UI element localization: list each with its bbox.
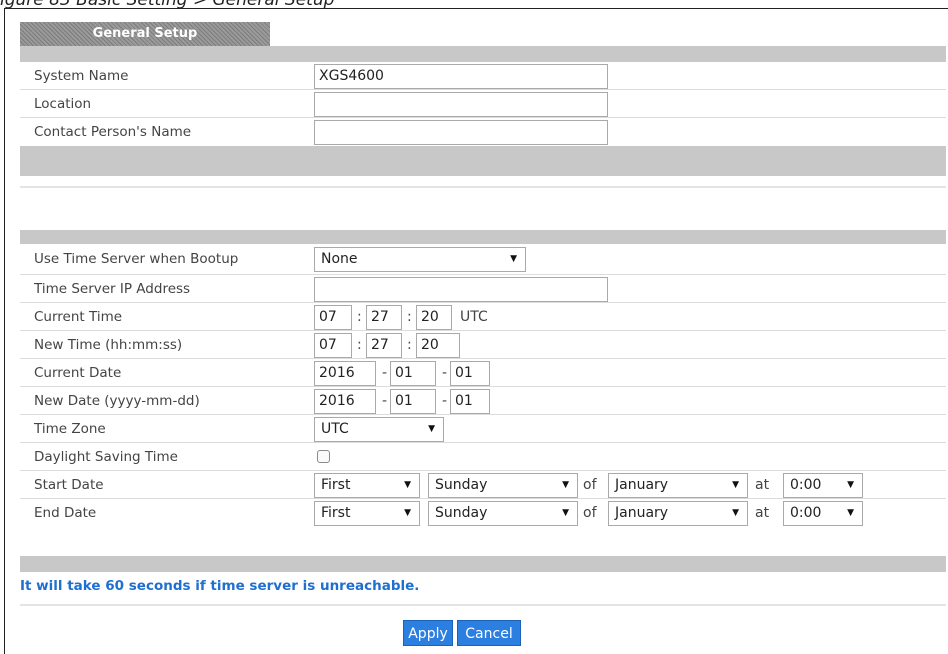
time-separator: : <box>357 337 362 353</box>
new-time-hh-input[interactable]: 07 <box>314 333 352 358</box>
start-week-value: First <box>321 477 351 493</box>
divider <box>20 186 946 188</box>
new-date-row: New Date (yyyy-mm-dd) 2016 - 01 - 01 <box>20 387 946 415</box>
end-day-select[interactable]: Sunday ▼ <box>428 501 578 526</box>
chevron-down-icon: ▼ <box>562 480 569 490</box>
system-name-input[interactable]: XGS4600 <box>314 64 608 89</box>
location-label: Location <box>34 96 92 112</box>
start-week-select[interactable]: First ▼ <box>314 473 420 498</box>
time-zone-row: Time Zone UTC ▼ <box>20 415 946 443</box>
time-zone-label: Time Zone <box>34 421 106 437</box>
start-month-value: January <box>615 477 669 493</box>
date-separator: - <box>382 365 388 381</box>
chevron-down-icon: ▼ <box>847 508 854 518</box>
time-separator: : <box>357 309 362 325</box>
start-month-select[interactable]: January ▼ <box>608 473 748 498</box>
time-server-ip-label: Time Server IP Address <box>34 281 191 297</box>
daylight-saving-checkbox[interactable] <box>317 450 330 463</box>
start-hour-select[interactable]: 0:00 ▼ <box>783 473 863 498</box>
new-time-row: New Time (hh:mm:ss) 07 : 27 : 20 <box>20 331 946 359</box>
end-hour-select[interactable]: 0:00 ▼ <box>783 501 863 526</box>
use-time-server-label: Use Time Server when Bootup <box>34 251 239 267</box>
chevron-down-icon: ▼ <box>562 508 569 518</box>
time-server-select[interactable]: None ▼ <box>314 247 526 272</box>
new-date-label: New Date (yyyy-mm-dd) <box>34 393 200 409</box>
current-time-hh: 07 <box>314 305 352 330</box>
use-time-server-row: Use Time Server when Bootup None ▼ <box>20 244 946 275</box>
current-time-ss: 20 <box>416 305 452 330</box>
cancel-button[interactable]: Cancel <box>457 620 521 646</box>
location-input[interactable] <box>314 92 608 117</box>
of-label: of <box>583 477 597 493</box>
end-date-row: End Date First ▼ Sunday ▼ of January ▼ a… <box>20 499 946 527</box>
date-separator: - <box>442 365 448 381</box>
end-month-value: January <box>615 505 669 521</box>
chevron-down-icon: ▼ <box>732 480 739 490</box>
new-time-mm-input[interactable]: 27 <box>366 333 402 358</box>
location-row: Location <box>20 90 946 118</box>
current-time-label: Current Time <box>34 309 123 325</box>
current-date-mm: 01 <box>390 361 436 386</box>
system-name-label: System Name <box>34 68 129 84</box>
chevron-down-icon: ▼ <box>404 480 411 490</box>
general-setup-form: System Name XGS4600 Location Contact Per… <box>20 62 946 146</box>
current-date-row: Current Date 2016 - 01 - 01 <box>20 359 946 387</box>
end-week-select[interactable]: First ▼ <box>314 501 420 526</box>
new-date-yyyy-input[interactable]: 2016 <box>314 389 376 414</box>
end-date-label: End Date <box>34 505 97 521</box>
start-hour-value: 0:00 <box>790 477 822 493</box>
current-date-yyyy: 2016 <box>314 361 376 386</box>
end-week-value: First <box>321 505 351 521</box>
chevron-down-icon: ▼ <box>732 508 739 518</box>
time-server-ip-input[interactable] <box>314 277 608 302</box>
new-time-ss-input[interactable]: 20 <box>416 333 460 358</box>
time-server-select-value: None <box>321 251 358 267</box>
chevron-down-icon: ▼ <box>404 508 411 518</box>
time-separator: : <box>407 337 412 353</box>
time-section-header-bar <box>20 230 946 244</box>
start-day-value: Sunday <box>435 477 488 493</box>
at-label: at <box>755 477 770 493</box>
current-time-mm: 27 <box>366 305 402 330</box>
time-zone-select[interactable]: UTC ▼ <box>314 417 444 442</box>
new-date-dd-input[interactable]: 01 <box>450 389 490 414</box>
time-server-ip-row: Time Server IP Address <box>20 275 946 303</box>
tab-general-setup[interactable]: General Setup <box>20 22 270 46</box>
end-day-value: Sunday <box>435 505 488 521</box>
new-time-label: New Time (hh:mm:ss) <box>34 337 183 353</box>
utc-label: UTC <box>460 309 488 325</box>
start-date-label: Start Date <box>34 477 104 493</box>
chevron-down-icon: ▼ <box>847 480 854 490</box>
time-zone-select-value: UTC <box>321 421 349 437</box>
section-header-bar <box>20 46 946 62</box>
of-label: of <box>583 505 597 521</box>
start-date-row: Start Date First ▼ Sunday ▼ of January ▼… <box>20 471 946 499</box>
daylight-saving-label: Daylight Saving Time <box>34 449 178 465</box>
time-section-footer-bar <box>20 556 946 572</box>
current-date-dd: 01 <box>450 361 490 386</box>
new-date-mm-input[interactable]: 01 <box>390 389 436 414</box>
start-day-select[interactable]: Sunday ▼ <box>428 473 578 498</box>
daylight-saving-row: Daylight Saving Time <box>20 443 946 471</box>
time-server-note: It will take 60 seconds if time server i… <box>20 578 420 594</box>
end-hour-value: 0:00 <box>790 505 822 521</box>
divider <box>20 604 946 606</box>
current-date-label: Current Date <box>34 365 122 381</box>
chevron-down-icon: ▼ <box>428 424 435 434</box>
at-label: at <box>755 505 770 521</box>
time-separator: : <box>407 309 412 325</box>
time-setup-form: Use Time Server when Bootup None ▼ Time … <box>20 244 946 527</box>
contact-input[interactable] <box>314 120 608 145</box>
contact-label: Contact Person's Name <box>34 124 192 140</box>
end-month-select[interactable]: January ▼ <box>608 501 748 526</box>
system-name-row: System Name XGS4600 <box>20 62 946 90</box>
apply-button[interactable]: Apply <box>403 620 453 646</box>
section-footer-bar <box>20 146 946 176</box>
contact-row: Contact Person's Name <box>20 118 946 146</box>
current-time-row: Current Time 07 : 27 : 20 UTC <box>20 303 946 331</box>
chevron-down-icon: ▼ <box>510 254 517 264</box>
date-separator: - <box>442 393 448 409</box>
date-separator: - <box>382 393 388 409</box>
